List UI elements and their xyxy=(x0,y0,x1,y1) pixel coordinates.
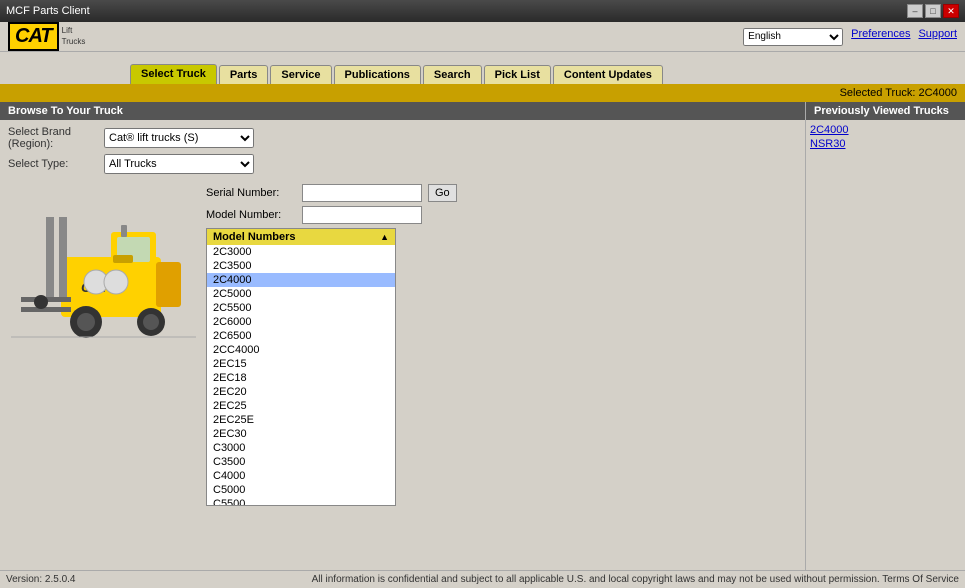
minimize-button[interactable]: – xyxy=(907,4,923,18)
version-label: Version: 2.5.0.4 xyxy=(6,574,76,585)
content: Browse To Your Truck Select Brand (Regio… xyxy=(0,102,965,570)
model-item[interactable]: 2EC30 xyxy=(207,427,395,441)
selected-truck-bar: Selected Truck: 2C4000 xyxy=(0,84,965,102)
navtab-select-truck[interactable]: Select Truck xyxy=(130,64,217,84)
truck-image: CAT xyxy=(8,184,198,364)
model-item[interactable]: 2EC20 xyxy=(207,385,395,399)
model-label: Model Number: xyxy=(206,209,296,221)
prev-truck-item[interactable]: NSR30 xyxy=(810,138,961,150)
model-item[interactable]: 2C5500 xyxy=(207,301,395,315)
serial-label: Serial Number: xyxy=(206,187,296,199)
model-input[interactable] xyxy=(302,206,422,224)
type-row: Select Type: All Trucks xyxy=(8,154,797,174)
brand-label: Select Brand (Region): xyxy=(8,126,98,150)
model-item[interactable]: 2EC25E xyxy=(207,413,395,427)
right-panel: Previously Viewed Trucks 2C4000 NSR30 xyxy=(805,102,965,570)
prev-truck-item[interactable]: 2C4000 xyxy=(810,124,961,136)
brand-row: Select Brand (Region): Cat® lift trucks … xyxy=(8,126,797,150)
go-button[interactable]: Go xyxy=(428,184,457,202)
model-item[interactable]: C4000 xyxy=(207,469,395,483)
model-item[interactable]: 2C5000 xyxy=(207,287,395,301)
navtab-content-updates[interactable]: Content Updates xyxy=(553,65,663,84)
model-item[interactable]: 2C6000 xyxy=(207,315,395,329)
support-link[interactable]: Support xyxy=(918,28,957,46)
model-item[interactable]: C5500 xyxy=(207,497,395,505)
model-list[interactable]: 2C30002C35002C40002C50002C55002C60002C65… xyxy=(207,245,395,505)
main-window: CAT LiftTrucks English Preferences Suppo… xyxy=(0,22,965,588)
model-item[interactable]: C3500 xyxy=(207,455,395,469)
titlebar-controls: – □ ✕ xyxy=(907,4,959,18)
copyright-label: All information is confidential and subj… xyxy=(312,574,959,585)
browse-header: Browse To Your Truck xyxy=(0,102,805,120)
model-item[interactable]: 2CC4000 xyxy=(207,343,395,357)
preferences-link[interactable]: Preferences xyxy=(851,28,910,46)
statusbar: Version: 2.5.0.4 All information is conf… xyxy=(0,570,965,588)
type-select[interactable]: All Trucks xyxy=(104,154,254,174)
prev-trucks-list: 2C4000 NSR30 xyxy=(806,120,965,154)
serial-row: Serial Number: Go xyxy=(206,184,457,202)
model-item[interactable]: C5000 xyxy=(207,483,395,497)
model-item[interactable]: 2C6500 xyxy=(207,329,395,343)
browse-form: Select Brand (Region): Cat® lift trucks … xyxy=(0,120,805,180)
prev-trucks-header: Previously Viewed Trucks xyxy=(806,102,965,120)
navtab-publications[interactable]: Publications xyxy=(334,65,421,84)
navtabs: Select TruckPartsServicePublicationsSear… xyxy=(0,52,965,84)
main-panel: Browse To Your Truck Select Brand (Regio… xyxy=(0,102,805,570)
topbar: CAT LiftTrucks English Preferences Suppo… xyxy=(0,22,965,52)
model-item[interactable]: 2EC18 xyxy=(207,371,395,385)
maximize-button[interactable]: □ xyxy=(925,4,941,18)
model-item[interactable]: 2C3000 xyxy=(207,245,395,259)
model-list-header: Model Numbers ▲ xyxy=(207,229,395,245)
navtab-search[interactable]: Search xyxy=(423,65,482,84)
navtab-parts[interactable]: Parts xyxy=(219,65,269,84)
sort-icon: ▲ xyxy=(380,232,389,242)
cat-logo: CAT xyxy=(8,22,59,51)
language-select[interactable]: English xyxy=(743,28,843,46)
forklift-svg: CAT xyxy=(11,187,196,362)
topbar-right: English Preferences Support xyxy=(743,28,957,46)
form-right: Serial Number: Go Model Number: Model Nu… xyxy=(206,184,457,566)
close-button[interactable]: ✕ xyxy=(943,4,959,18)
serial-input[interactable] xyxy=(302,184,422,202)
logo-subtitle: LiftTrucks xyxy=(62,26,86,47)
model-row: Model Number: xyxy=(206,206,457,224)
brand-select[interactable]: Cat® lift trucks (S) xyxy=(104,128,254,148)
selected-truck-value: 2C4000 xyxy=(918,87,957,99)
model-item[interactable]: C3000 xyxy=(207,441,395,455)
navtab-pick-list[interactable]: Pick List xyxy=(484,65,551,84)
titlebar: MCF Parts Client – □ ✕ xyxy=(0,0,965,22)
model-item[interactable]: 2EC15 xyxy=(207,357,395,371)
titlebar-title: MCF Parts Client xyxy=(6,5,90,17)
type-label: Select Type: xyxy=(8,158,98,170)
model-item[interactable]: 2C3500 xyxy=(207,259,395,273)
model-list-container: Model Numbers ▲ 2C30002C35002C40002C5000… xyxy=(206,228,396,506)
model-item[interactable]: 2C4000 xyxy=(207,273,395,287)
middle-section: CAT Serial Number: xyxy=(0,180,805,570)
model-item[interactable]: 2EC25 xyxy=(207,399,395,413)
selected-truck-label: Selected Truck: 2C4000 xyxy=(840,87,957,99)
navtab-service[interactable]: Service xyxy=(270,65,331,84)
